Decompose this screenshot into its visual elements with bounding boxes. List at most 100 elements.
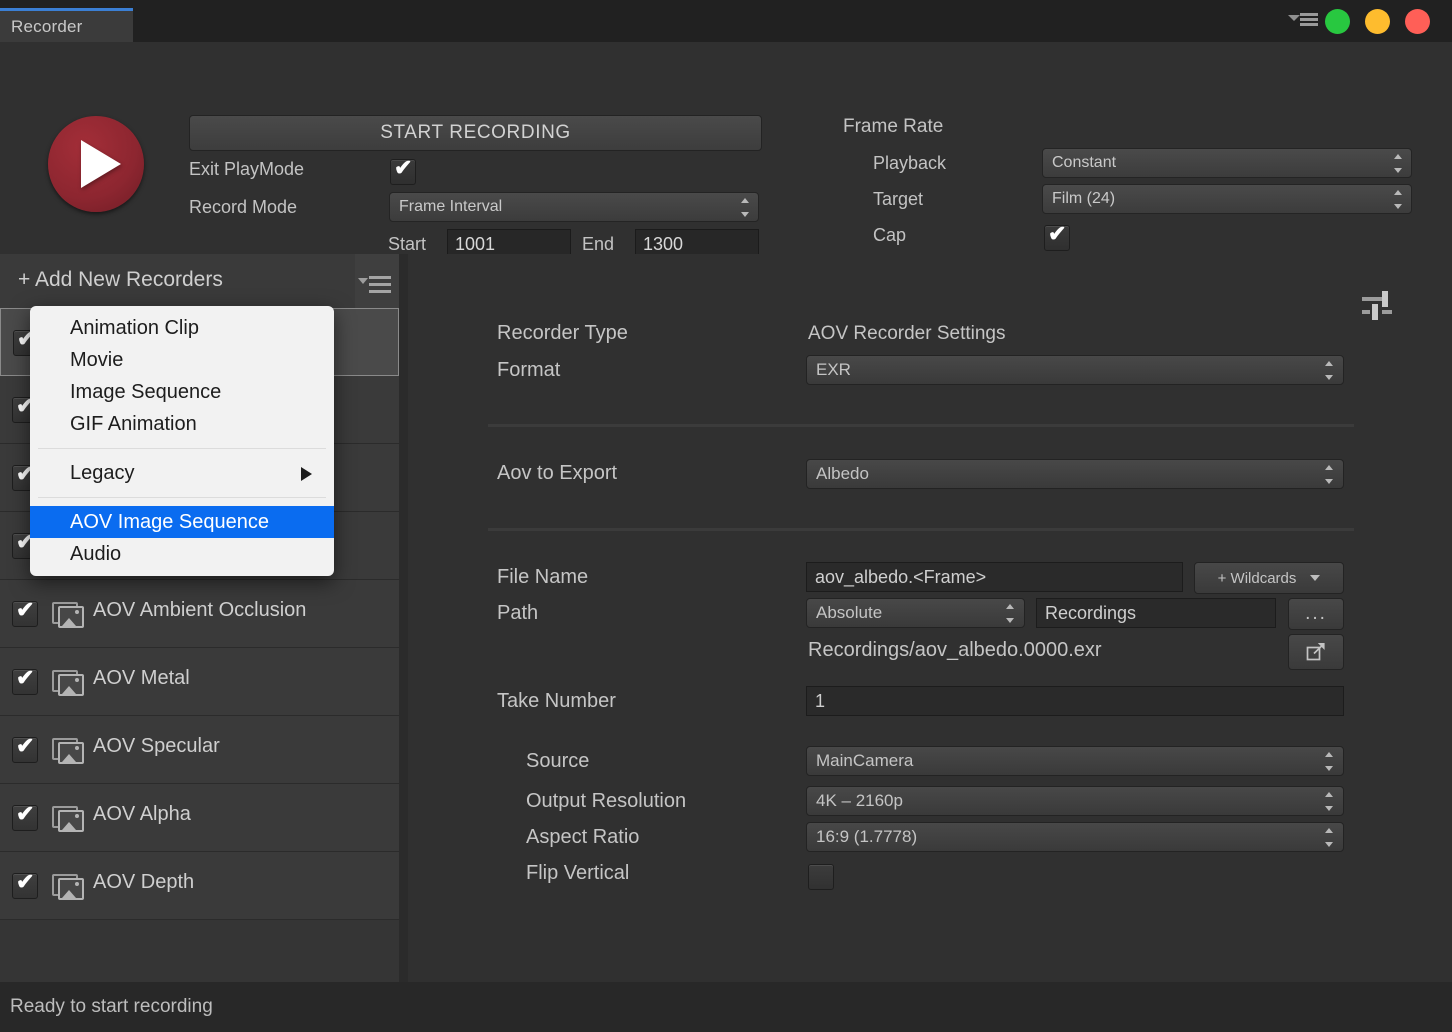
exit-playmode-label: Exit PlayMode	[189, 159, 305, 179]
wildcards-button[interactable]: + Wildcards	[1194, 562, 1344, 594]
window-amber-button[interactable]	[1365, 9, 1390, 34]
recorder-list-item[interactable]: ✔ AOV Specular	[0, 716, 399, 784]
menu-separator	[38, 497, 326, 498]
external-link-icon	[1306, 643, 1325, 661]
add-recorders-menu: Animation Clip Movie Image Sequence GIF Ani…	[30, 306, 334, 576]
status-text: Ready to start recording	[10, 996, 213, 1017]
format-label: Format	[497, 359, 561, 381]
record-mode-label: Record Mode	[189, 197, 298, 217]
add-menu-item[interactable]: Audio	[30, 538, 334, 570]
exit-playmode-checkbox[interactable]: ✔	[390, 156, 416, 185]
aspect-ratio-value: 16:9 (1.7778)	[816, 827, 918, 846]
recorder-list-item[interactable]: ✔ AOV Alpha	[0, 784, 399, 852]
recorder-window: Recorder START RECORDING Exit PlayMode ✔…	[0, 0, 1452, 1032]
window-green-button[interactable]	[1325, 9, 1350, 34]
aov-to-export-value: Albedo	[816, 464, 869, 483]
check-icon: ✔	[16, 869, 35, 894]
playback-value: Constant	[1052, 154, 1117, 171]
aspect-ratio-dropdown[interactable]: 16:9 (1.7778)	[806, 822, 1344, 852]
end-frame-label: End	[582, 234, 615, 254]
image-sequence-icon	[52, 602, 84, 628]
check-icon: ✔	[1048, 221, 1067, 246]
output-resolution-label: Output Resolution	[526, 790, 687, 812]
output-resolution-value: 4K – 2160p	[816, 791, 903, 810]
format-value: EXR	[816, 360, 851, 379]
aov-to-export-dropdown[interactable]: Albedo	[806, 459, 1344, 489]
path-mode-dropdown[interactable]: Absolute	[806, 598, 1025, 628]
add-menu-item[interactable]: Legacy	[30, 457, 334, 489]
resolved-path-text: Recordings/aov_albedo.0000.exr	[808, 639, 1102, 661]
chevron-down-icon	[1288, 15, 1300, 21]
add-menu-item[interactable]: Animation Clip	[30, 312, 334, 344]
record-mode-dropdown[interactable]: Frame Interval	[389, 192, 759, 222]
playback-label: Playback	[873, 153, 947, 173]
add-new-recorders-label: + Add New Recorders	[18, 268, 223, 291]
window-menu-icon[interactable]	[1288, 12, 1318, 28]
recorder-header: START RECORDING Exit PlayMode ✔ Record M…	[0, 42, 1452, 259]
tab-recorder-label: Recorder	[11, 17, 83, 36]
file-name-label: File Name	[497, 566, 589, 588]
check-icon: ✔	[16, 597, 35, 622]
updown-arrows-icon	[1325, 828, 1334, 847]
recorder-enabled-checkbox[interactable]: ✔	[12, 665, 38, 695]
updown-arrows-icon	[1394, 190, 1403, 209]
flip-vertical-checkbox[interactable]	[808, 864, 834, 890]
window-red-button[interactable]	[1405, 9, 1430, 34]
frame-rate-label: Frame Rate	[843, 116, 944, 137]
add-menu-item[interactable]: AOV Image Sequence	[30, 506, 334, 538]
start-frame-label: Start	[388, 234, 427, 254]
updown-arrows-icon	[1394, 154, 1403, 173]
start-recording-button[interactable]: START RECORDING	[189, 115, 762, 151]
tab-recorder[interactable]: Recorder	[0, 8, 133, 42]
target-value: Film (24)	[1052, 190, 1116, 207]
updown-arrows-icon	[1325, 792, 1334, 811]
playback-dropdown[interactable]: Constant	[1042, 148, 1412, 178]
open-folder-button[interactable]	[1288, 634, 1344, 670]
recorder-list-item[interactable]: ✔ AOV Ambient Occlusion	[0, 580, 399, 648]
add-new-recorders-button[interactable]: + Add New Recorders	[0, 254, 355, 308]
status-bar: Ready to start recording	[0, 982, 1452, 1032]
check-icon: ✔	[16, 665, 35, 690]
chevron-down-icon	[1310, 575, 1321, 581]
image-sequence-icon	[52, 874, 84, 900]
path-input[interactable]: Recordings	[1036, 598, 1276, 628]
recorder-type-value: AOV Recorder Settings	[808, 323, 1006, 344]
recorder-list-item[interactable]: ✔ AOV Metal	[0, 648, 399, 716]
aov-to-export-label: Aov to Export	[497, 462, 618, 484]
flip-vertical-label: Flip Vertical	[526, 862, 630, 884]
recorder-enabled-checkbox[interactable]: ✔	[12, 597, 38, 627]
chevron-down-icon	[358, 278, 368, 284]
recorder-list-item-label: AOV Metal	[93, 667, 190, 689]
browse-path-button[interactable]: ...	[1288, 598, 1344, 630]
source-label: Source	[526, 750, 590, 772]
recorder-list-item-label: AOV Depth	[93, 871, 195, 893]
take-number-input[interactable]: 1	[806, 686, 1344, 716]
recorder-list-item-label: AOV Ambient Occlusion	[93, 599, 307, 621]
check-icon: ✔	[16, 801, 35, 826]
cap-checkbox[interactable]: ✔	[1044, 221, 1070, 251]
recorder-enabled-checkbox[interactable]: ✔	[12, 801, 38, 831]
record-button[interactable]	[48, 116, 144, 212]
updown-arrows-icon	[1006, 604, 1015, 623]
target-dropdown[interactable]: Film (24)	[1042, 184, 1412, 214]
updown-arrows-icon	[1325, 361, 1334, 380]
image-sequence-icon	[52, 670, 84, 696]
recorder-list-options-icon[interactable]	[355, 254, 399, 308]
source-dropdown[interactable]: MainCamera	[806, 746, 1344, 776]
file-name-input[interactable]: aov_albedo.<Frame>	[806, 562, 1183, 592]
source-value: MainCamera	[816, 751, 914, 770]
title-bar: Recorder	[0, 0, 1452, 42]
add-menu-item[interactable]: Movie	[30, 344, 334, 376]
add-menu-item[interactable]: GIF Animation	[30, 408, 334, 440]
menu-separator	[38, 448, 326, 449]
recorder-list-item[interactable]: ✔ AOV Depth	[0, 852, 399, 920]
add-menu-item[interactable]: Image Sequence	[30, 376, 334, 408]
recorder-enabled-checkbox[interactable]: ✔	[12, 869, 38, 899]
section-divider	[488, 528, 1354, 531]
recorder-enabled-checkbox[interactable]: ✔	[12, 734, 38, 763]
play-icon	[81, 140, 121, 188]
sliders-icon[interactable]	[1360, 288, 1394, 322]
format-dropdown[interactable]: EXR	[806, 355, 1344, 385]
output-resolution-dropdown[interactable]: 4K – 2160p	[806, 786, 1344, 816]
recorder-list-item-label: AOV Specular	[93, 735, 220, 757]
